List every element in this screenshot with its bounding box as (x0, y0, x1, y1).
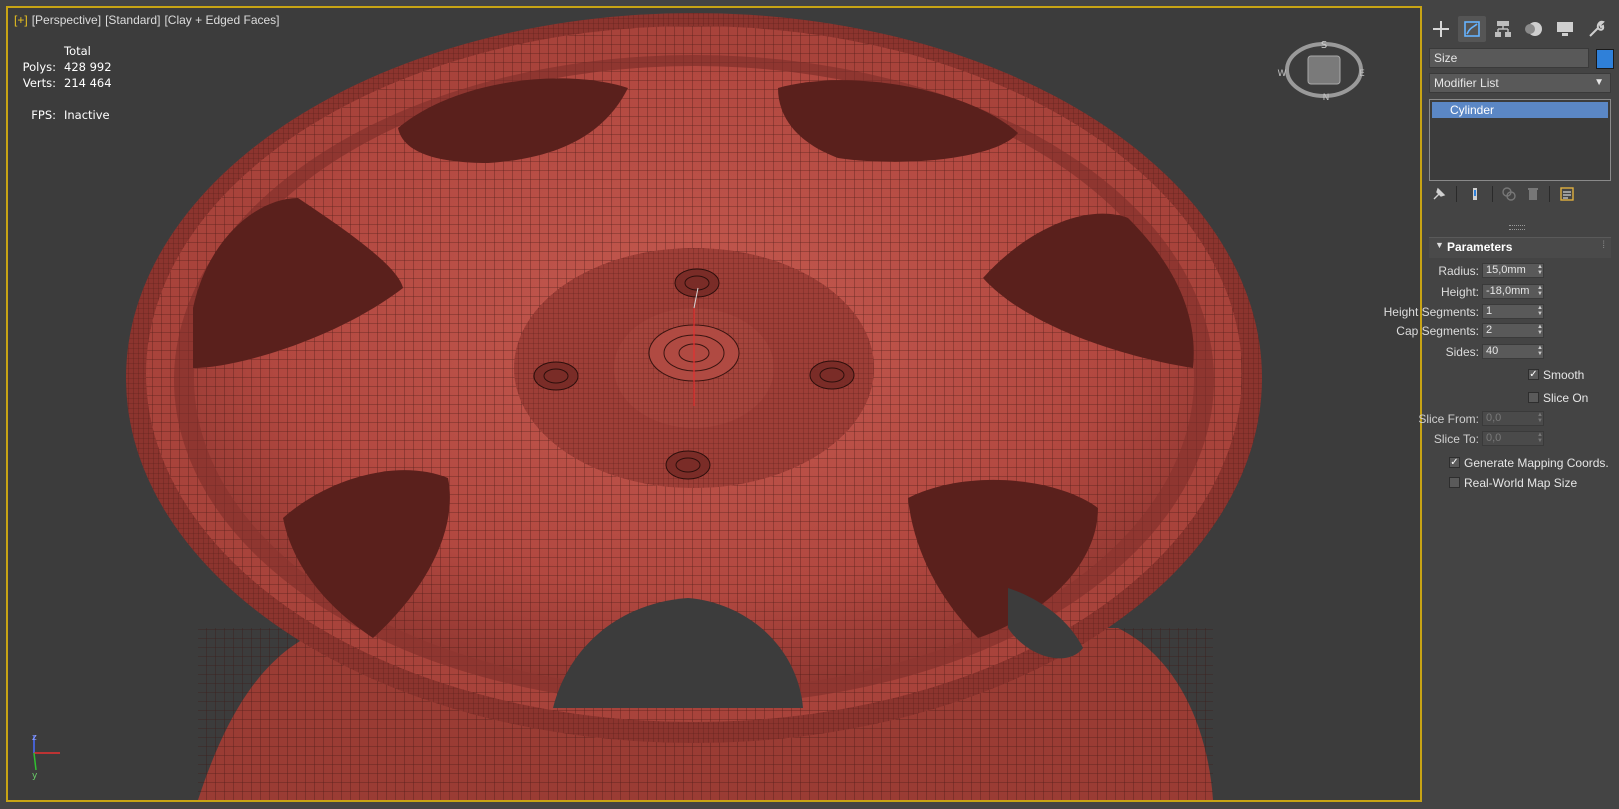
command-panel-tabs (1425, 16, 1615, 42)
viewcube-s-label: S (1321, 40, 1327, 51)
motion-tab[interactable] (1520, 16, 1548, 42)
modifier-list-label: Modifier List (1434, 76, 1499, 90)
stack-toolbar (1429, 183, 1609, 205)
verts-value: 214 464 (64, 76, 112, 90)
modify-tab[interactable] (1458, 16, 1486, 42)
spinner-arrows-icon[interactable]: ▲ ▼ (1536, 285, 1544, 298)
display-icon (1557, 22, 1573, 36)
viewport-plus-menu[interactable]: [+] (14, 13, 28, 27)
slice-from-param: Slice From: 0,0 ▲ ▼ (1418, 410, 1615, 428)
spinner-arrows-icon[interactable]: ▲ ▼ (1536, 305, 1544, 318)
cap-segments-spinner[interactable]: 2 (1482, 323, 1544, 338)
stats-header: Total (64, 44, 91, 58)
radius-spinner[interactable]: 15,0mm (1482, 263, 1544, 278)
viewport-label-menu[interactable]: [+] [Perspective] [Standard] [Clay + Edged … (14, 13, 284, 27)
polys-label: Polys: (22, 60, 56, 74)
configure-modifier-sets-button[interactable] (1559, 186, 1575, 202)
create-icon (1433, 21, 1449, 37)
configure-icon (1560, 187, 1574, 201)
sides-spinner[interactable]: 40 (1482, 344, 1544, 359)
viewport-shading-style-menu[interactable]: [Standard] (105, 13, 160, 27)
viewcube-n-label: N (1323, 93, 1330, 103)
slice-to-label: Slice To: (1433, 432, 1479, 446)
cap-segments-param: Cap Segments: 2 ▲ ▼ (1396, 322, 1615, 340)
rollout-grip-icon: ⁞ (1602, 240, 1605, 251)
height-segments-label: Height Segments: (1383, 305, 1479, 319)
viewcube[interactable]: S W E N (1278, 40, 1366, 103)
create-tab[interactable] (1427, 16, 1455, 42)
slice-from-label: Slice From: (1418, 412, 1479, 426)
radius-label: Radius: (1438, 264, 1479, 278)
trash-icon (1528, 188, 1538, 200)
cap-segments-label: Cap Segments: (1396, 324, 1479, 338)
make-unique-icon (1502, 187, 1516, 201)
pin-icon (1433, 187, 1446, 200)
object-name-field[interactable]: Size (1429, 48, 1589, 68)
utilities-icon (1589, 20, 1605, 37)
hierarchy-tab[interactable] (1489, 16, 1517, 42)
viewcube-e-label: E (1359, 69, 1365, 79)
slice-from-spinner[interactable]: 0,0 (1482, 411, 1544, 426)
viewport-shading-menu[interactable]: [Clay + Edged Faces] (164, 13, 279, 27)
height-segments-spinner[interactable]: 1 (1482, 304, 1544, 319)
height-spinner[interactable]: -18,0mm (1482, 284, 1544, 299)
modifier-stack[interactable]: Cylinder (1429, 99, 1611, 181)
fps-value: Inactive (64, 108, 110, 122)
checkbox-unchecked-icon (1449, 477, 1460, 488)
slice-to-spinner[interactable]: 0,0 (1482, 431, 1544, 446)
make-unique-button[interactable] (1501, 186, 1517, 202)
checkbox-unchecked-icon (1528, 392, 1539, 403)
radius-param: Radius: 15,0mm ▲ ▼ (1425, 262, 1615, 280)
spinner-arrows-icon[interactable]: ▲ ▼ (1536, 432, 1544, 445)
viewcube-w-label: W (1278, 69, 1287, 79)
polys-value: 428 992 (64, 60, 112, 74)
command-panel: Size Modifier List ▼ Cylinder ▼ Paramete… (1384, 6, 1615, 802)
hierarchy-icon (1495, 21, 1511, 37)
display-tab[interactable] (1551, 16, 1579, 42)
smooth-label: Smooth (1543, 368, 1585, 382)
panel-resize-grip[interactable] (1509, 225, 1525, 230)
stack-item-cylinder[interactable]: Cylinder (1432, 102, 1608, 118)
height-label: Height: (1440, 285, 1479, 299)
spinner-arrows-icon[interactable]: ▲ ▼ (1536, 345, 1544, 358)
axis-z-label: z (32, 733, 37, 743)
chevron-down-icon: ▼ (1594, 77, 1604, 88)
parameters-rollout-header[interactable]: ▼ Parameters ⁞ (1429, 237, 1611, 258)
collapse-triangle-icon: ▼ (1435, 240, 1444, 250)
checkbox-checked-icon: ✓ (1449, 457, 1460, 468)
spinner-arrows-icon[interactable]: ▲ ▼ (1536, 412, 1544, 425)
fps-label: FPS: (31, 108, 56, 122)
utilities-tab[interactable] (1582, 16, 1610, 42)
height-param: Height: -18,0mm ▲ ▼ (1425, 283, 1615, 301)
remove-modifier-button[interactable] (1525, 186, 1541, 202)
verts-label: Verts: (22, 76, 56, 90)
checkbox-checked-icon: ✓ (1528, 369, 1539, 380)
spinner-arrows-icon[interactable]: ▲ ▼ (1536, 324, 1544, 337)
sides-label: Sides: (1445, 345, 1479, 359)
perspective-viewport[interactable]: S W E N z y [+] [Perspective] [Standard] [C… (6, 6, 1422, 802)
slice-on-label: Slice On (1543, 391, 1589, 405)
axis-y-label: y (32, 771, 38, 781)
real-world-map-size-label: Real-World Map Size (1464, 476, 1578, 490)
axis-tripod: z y (32, 733, 60, 781)
height-segments-param: Height Segments: 1 ▲ ▼ (1384, 303, 1615, 321)
spinner-arrows-icon[interactable]: ▲ ▼ (1536, 264, 1544, 277)
modify-icon (1464, 21, 1480, 37)
rollout-title: Parameters (1447, 240, 1513, 254)
viewport-pov-menu[interactable]: [Perspective] (32, 13, 101, 27)
pin-stack-button[interactable] (1431, 186, 1447, 202)
generate-mapping-coords-label: Generate Mapping Coords. (1464, 456, 1609, 470)
slice-to-param: Slice To: 0,0 ▲ ▼ (1425, 430, 1615, 448)
object-color-swatch[interactable] (1596, 49, 1614, 69)
show-end-result-button[interactable] (1467, 186, 1483, 202)
sides-param: Sides: 40 ▲ ▼ (1425, 343, 1615, 361)
wheel-rim-mesh[interactable]: S W E N z y (8, 8, 1420, 800)
modifier-list-dropdown[interactable]: Modifier List ▼ (1429, 73, 1611, 93)
show-end-result-icon (1473, 188, 1477, 200)
motion-icon (1525, 22, 1542, 36)
